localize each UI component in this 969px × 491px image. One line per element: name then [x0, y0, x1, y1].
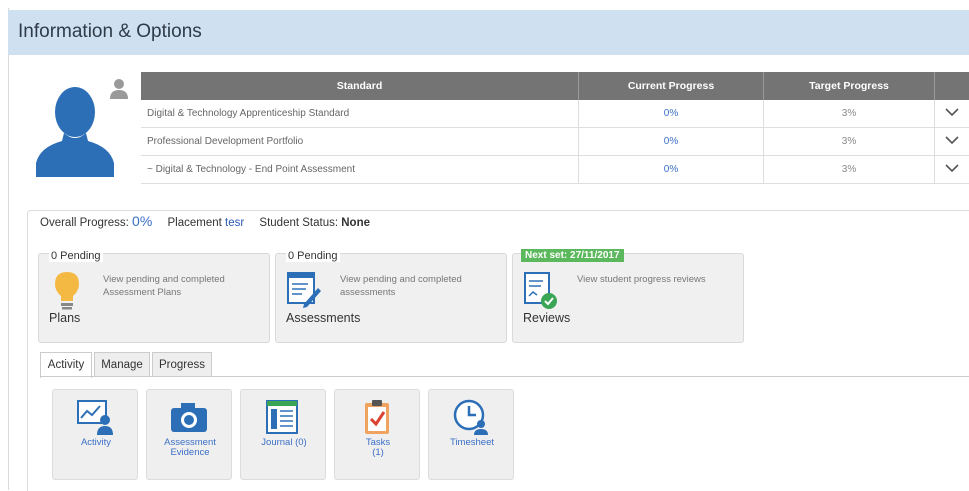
journal-tile-label: Journal (0) — [241, 438, 327, 448]
standard-name: Digital & Technology Apprenticeship Stan… — [141, 100, 579, 128]
chevron-down-icon — [944, 107, 960, 117]
table-header-row: Standard Current Progress Target Progres… — [141, 72, 969, 100]
plans-card[interactable]: 0 Pending View pending and completed Ass… — [38, 253, 270, 343]
reviews-title: Reviews — [523, 311, 570, 325]
column-header-current-progress: Current Progress — [579, 72, 764, 100]
chevron-down-icon — [944, 135, 960, 145]
activity-tile-label: Activity — [53, 438, 139, 448]
assessments-card[interactable]: 0 Pending View pending and completed ass… — [275, 253, 507, 343]
table-row[interactable]: ~ Digital & Technology - End Point Asses… — [141, 156, 969, 184]
journal-grid-icon — [263, 398, 303, 436]
page-title: Information & Options — [18, 21, 202, 43]
expand-row-button[interactable] — [935, 100, 969, 128]
target-progress: 3% — [764, 128, 935, 156]
table-row[interactable]: Digital & Technology Apprenticeship Stan… — [141, 100, 969, 128]
overall-progress-value: 0% — [132, 213, 152, 229]
student-status-value: None — [341, 217, 370, 229]
column-header-actions — [935, 72, 969, 100]
expand-row-button[interactable] — [935, 156, 969, 184]
column-header-target-progress: Target Progress — [764, 72, 935, 100]
overall-progress-label: Overall Progress: — [40, 217, 129, 229]
plans-description: View pending and completed Assessment Pl… — [103, 273, 263, 299]
standard-name: Professional Development Portfolio — [141, 128, 579, 156]
activity-chart-icon — [75, 398, 115, 436]
camera-icon — [169, 398, 209, 436]
user-small-icon[interactable] — [108, 78, 130, 100]
standards-table: Standard Current Progress Target Progres… — [141, 72, 969, 184]
expand-row-button[interactable] — [935, 128, 969, 156]
reviews-card[interactable]: Next set: 27/11/2017 View student progre… — [512, 253, 744, 343]
reviews-check-icon — [523, 270, 559, 310]
assessment-icon — [286, 270, 322, 310]
placement-value[interactable]: tesr — [225, 217, 244, 229]
student-status-label: Student Status: — [259, 217, 338, 229]
plans-title: Plans — [49, 311, 80, 325]
placement-label: Placement — [167, 217, 221, 229]
assessments-title: Assessments — [286, 311, 360, 325]
user-silhouette-icon — [36, 85, 114, 177]
tab-divider — [40, 376, 969, 377]
chevron-down-icon — [944, 163, 960, 173]
current-progress: 0% — [579, 156, 764, 184]
assessments-pending-count: 0 Pending — [286, 250, 340, 262]
activity-tile[interactable]: Activity — [52, 389, 138, 480]
tab-activity[interactable]: Activity — [40, 352, 92, 378]
tab-progress[interactable]: Progress — [152, 352, 212, 376]
standard-name: ~ Digital & Technology - End Point Asses… — [141, 156, 579, 184]
lightbulb-icon — [49, 270, 85, 310]
timesheet-tile[interactable]: Timesheet — [428, 389, 514, 480]
current-progress: 0% — [579, 128, 764, 156]
assessment-evidence-tile-label: Assessment Evidence — [147, 438, 233, 458]
journal-tile[interactable]: Journal (0) — [240, 389, 326, 480]
next-set-badge: Next set: 27/11/2017 — [521, 249, 624, 262]
target-progress: 3% — [764, 156, 935, 184]
tasks-tile[interactable]: Tasks (1) — [334, 389, 420, 480]
page-header: Information & Options — [8, 10, 969, 55]
timesheet-tile-label: Timesheet — [429, 438, 515, 448]
tasks-tile-label: Tasks (1) — [335, 438, 421, 458]
assessment-evidence-tile[interactable]: Assessment Evidence — [146, 389, 232, 480]
column-header-standard: Standard — [141, 72, 579, 100]
table-row[interactable]: Professional Development Portfolio 0% 3% — [141, 128, 969, 156]
tasks-clipboard-icon — [357, 398, 397, 436]
current-progress: 0% — [579, 100, 764, 128]
tab-manage[interactable]: Manage — [94, 352, 150, 376]
assessments-description: View pending and completed assessments — [340, 273, 500, 299]
summary-line: Overall Progress: 0% Placement tesr Stud… — [40, 213, 370, 229]
plans-pending-count: 0 Pending — [49, 250, 103, 262]
clock-user-icon — [451, 398, 491, 436]
target-progress: 3% — [764, 100, 935, 128]
reviews-description: View student progress reviews — [577, 273, 737, 286]
